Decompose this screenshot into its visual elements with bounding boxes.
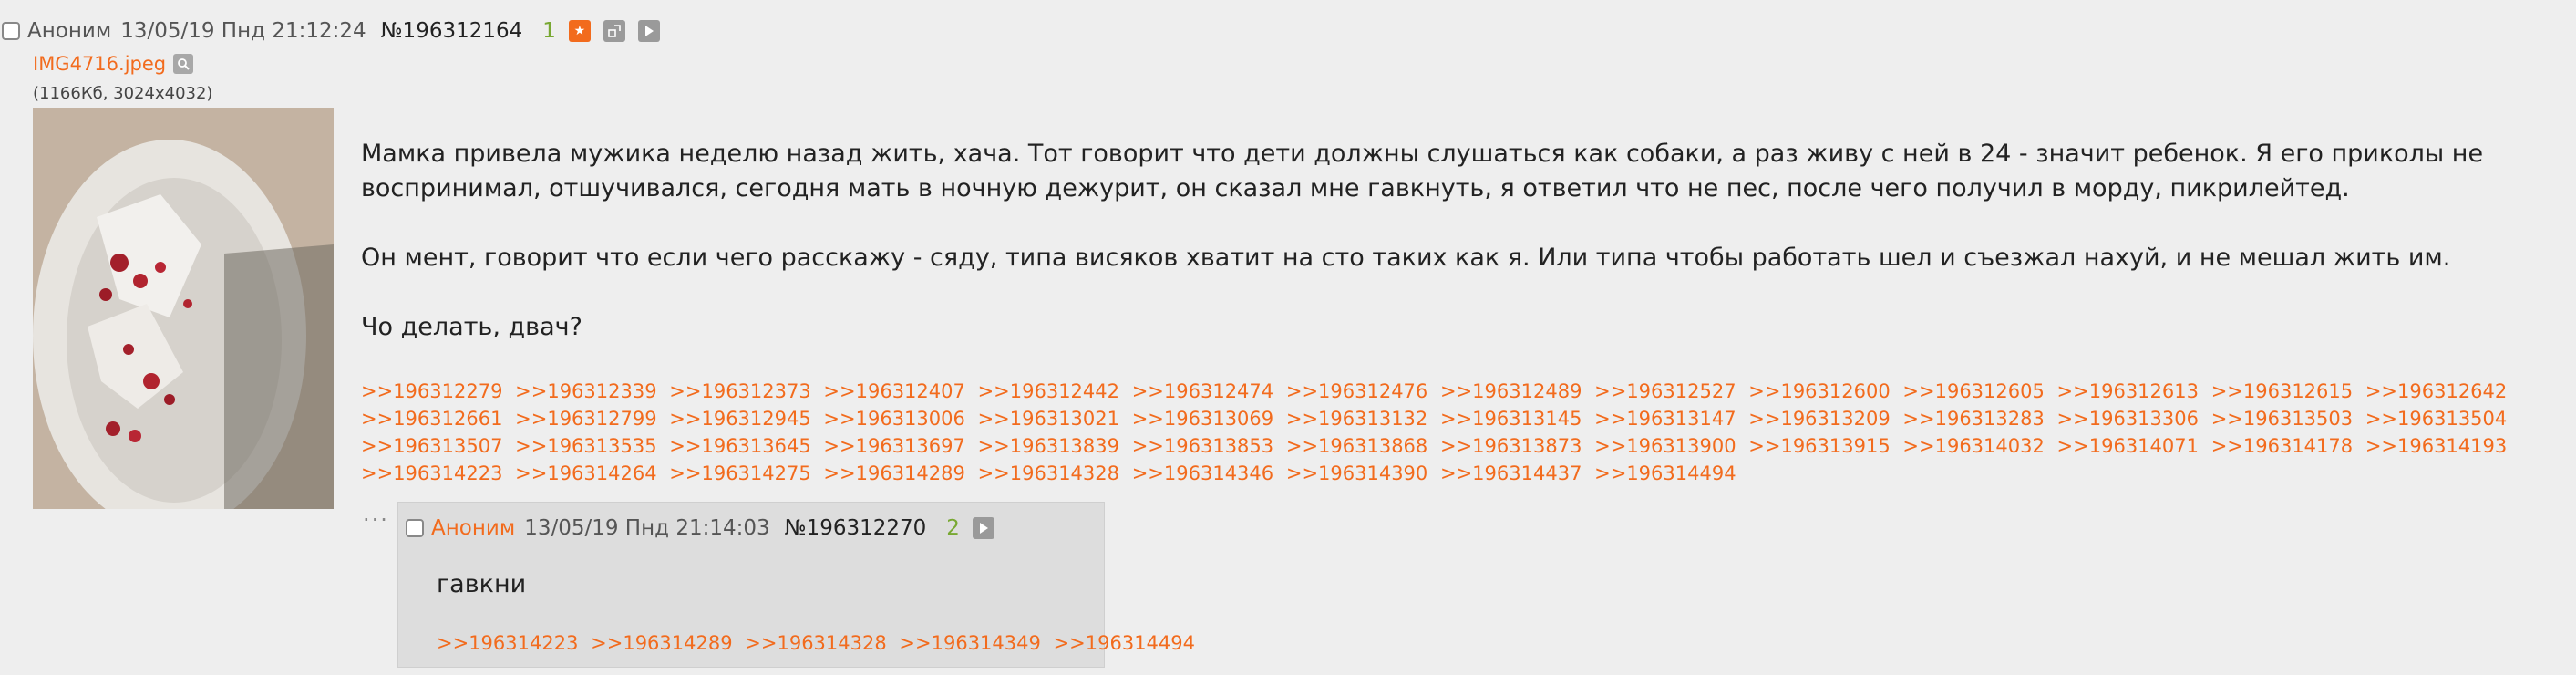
reply-post: Аноним 13/05/19 Пнд 21:14:03 №196312270 …	[397, 502, 1195, 668]
reply-select-checkbox[interactable]	[406, 519, 424, 537]
backlink[interactable]: >>196313069	[1132, 408, 1273, 430]
play-icon[interactable]	[972, 517, 994, 539]
backlink[interactable]: >>196314223	[437, 632, 578, 654]
backlink[interactable]: >>196314494	[1054, 632, 1195, 654]
op-author: Аноним	[27, 19, 112, 43]
backlink[interactable]: >>196313504	[2365, 408, 2507, 430]
backlink[interactable]: >>196313535	[515, 435, 656, 457]
backlink[interactable]: >>196312474	[1132, 380, 1273, 402]
backlink[interactable]: >>196314275	[669, 462, 810, 484]
backlink[interactable]: >>196313145	[1440, 408, 1582, 430]
backlink[interactable]: >>196314178	[2211, 435, 2353, 457]
backlink[interactable]: >>196313503	[2211, 408, 2353, 430]
backlink[interactable]: >>196314071	[2057, 435, 2199, 457]
op-post-number[interactable]: №196312164	[381, 19, 523, 43]
backlink[interactable]: >>196314494	[1594, 462, 1736, 484]
op-select-checkbox[interactable]	[2, 22, 20, 40]
backlink[interactable]: >>196312615	[2211, 380, 2353, 402]
backlink[interactable]: >>196313147	[1594, 408, 1736, 430]
backlink[interactable]: >>196313697	[823, 435, 964, 457]
reply-indent-dots[interactable]: ···	[363, 507, 389, 533]
op-paragraph: Он мент, говорит что если чего расскажу …	[361, 244, 2451, 272]
backlink[interactable]: >>196313868	[1286, 435, 1427, 457]
op-paragraph: Чо делать, двач?	[361, 313, 582, 341]
reply-post-header: Аноним 13/05/19 Пнд 21:14:03 №196312270 …	[406, 512, 994, 545]
magnifier-icon[interactable]	[173, 54, 194, 74]
backlink[interactable]: >>196314346	[1132, 462, 1273, 484]
reply-post-number[interactable]: №196312270	[785, 516, 927, 540]
backlink[interactable]: >>196313900	[1594, 435, 1736, 457]
backlink[interactable]: >>196313132	[1286, 408, 1427, 430]
backlink[interactable]: >>196312339	[515, 380, 656, 402]
backlink[interactable]: >>196314437	[1440, 462, 1582, 484]
backlink[interactable]: >>196312407	[823, 380, 964, 402]
op-file-link-row: IMG4716.jpeg	[33, 53, 194, 75]
op-post-header: Аноним 13/05/19 Пнд 21:12:24 №196312164 …	[0, 13, 660, 49]
backlink[interactable]: >>196312642	[2365, 380, 2507, 402]
op-backlinks: >>196312279 >>196312339 >>196312373 >>19…	[361, 378, 2530, 487]
backlink[interactable]: >>196313209	[1748, 408, 1890, 430]
backlink[interactable]: >>196313507	[361, 435, 502, 457]
backlink[interactable]: >>196313306	[2057, 408, 2199, 430]
backlink[interactable]: >>196313006	[823, 408, 964, 430]
backlink[interactable]: >>196312527	[1594, 380, 1736, 402]
backlink[interactable]: >>196314032	[1902, 435, 2044, 457]
backlink[interactable]: >>196313873	[1440, 435, 1582, 457]
backlink[interactable]: >>196314390	[1286, 462, 1427, 484]
backlink[interactable]: >>196314328	[978, 462, 1119, 484]
reply-author: Аноним	[431, 516, 516, 540]
backlink[interactable]: >>196314264	[515, 462, 656, 484]
reply-reply-count: 2	[946, 516, 960, 540]
backlink[interactable]: >>196314289	[823, 462, 964, 484]
op-post-message: Мамка привела мужика неделю назад жить, …	[361, 137, 2540, 379]
star-icon[interactable]: ★	[568, 20, 591, 42]
op-file-meta: (1166Кб, 3024x4032)	[33, 84, 213, 103]
backlink[interactable]: >>196313853	[1132, 435, 1273, 457]
op-date: 13/05/19 Пнд 21:12:24	[120, 19, 366, 43]
backlink[interactable]: >>196313021	[978, 408, 1119, 430]
backlink[interactable]: >>196312442	[978, 380, 1119, 402]
backlink[interactable]: >>196314193	[2365, 435, 2507, 457]
backlink[interactable]: >>196313283	[1902, 408, 2044, 430]
backlink[interactable]: >>196314328	[745, 632, 886, 654]
reply-date: 13/05/19 Пнд 21:14:03	[524, 516, 770, 540]
backlink[interactable]: >>196312279	[361, 380, 502, 402]
backlink[interactable]: >>196312476	[1286, 380, 1427, 402]
backlink[interactable]: >>196312489	[1440, 380, 1582, 402]
backlink[interactable]: >>196312661	[361, 408, 502, 430]
backlink[interactable]: >>196312600	[1748, 380, 1890, 402]
expand-icon[interactable]	[603, 20, 625, 42]
backlink[interactable]: >>196313915	[1748, 435, 1890, 457]
op-paragraph: Мамка привела мужика неделю назад жить, …	[361, 140, 2484, 202]
op-file-name[interactable]: IMG4716.jpeg	[33, 53, 166, 75]
backlink[interactable]: >>196314349	[899, 632, 1040, 654]
backlink[interactable]: >>196314289	[591, 632, 732, 654]
backlink[interactable]: >>196312605	[1902, 380, 2044, 402]
reply-backlinks: >>196314223 >>196314289 >>196314328 >>19…	[437, 632, 1201, 654]
op-image-thumbnail[interactable]	[33, 108, 334, 509]
backlink[interactable]: >>196313839	[978, 435, 1119, 457]
backlink[interactable]: >>196314223	[361, 462, 502, 484]
backlink[interactable]: >>196312613	[2057, 380, 2199, 402]
backlink[interactable]: >>196313645	[669, 435, 810, 457]
backlink[interactable]: >>196312373	[669, 380, 810, 402]
backlink[interactable]: >>196312945	[669, 408, 810, 430]
reply-message: гавкни	[437, 570, 527, 598]
op-reply-count: 1	[542, 19, 556, 43]
backlink[interactable]: >>196312799	[515, 408, 656, 430]
play-icon[interactable]	[637, 20, 660, 42]
